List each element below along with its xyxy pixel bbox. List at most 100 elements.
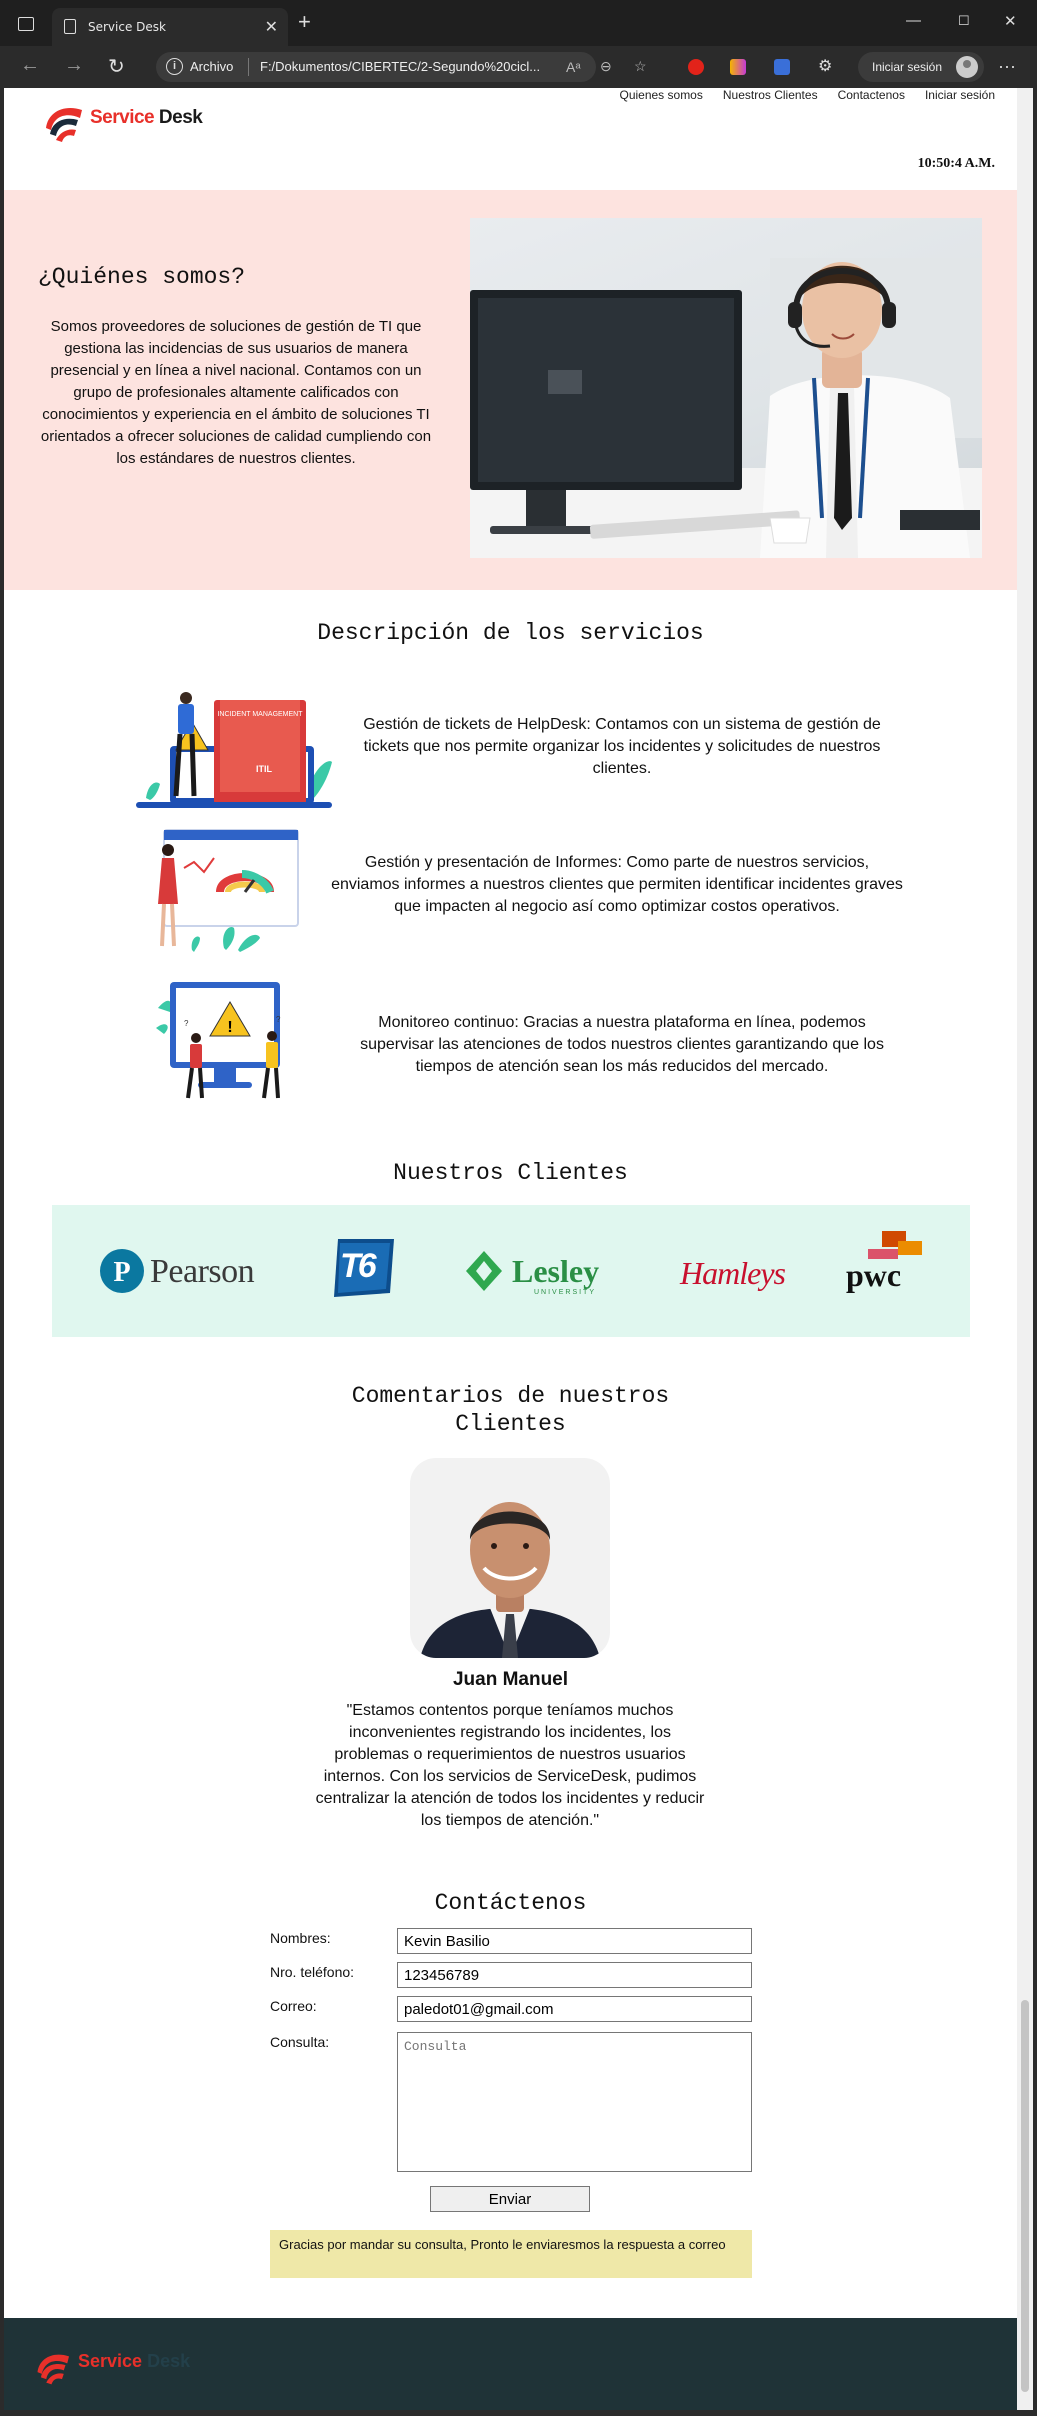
signin-label: Iniciar sesión (872, 60, 943, 74)
url-text: F:/Dokumentos/CIBERTEC/2-Segundo%20cicl.… (260, 59, 541, 74)
page-icon (64, 19, 76, 34)
logo-text-dark: Desk (154, 107, 203, 128)
nav-nuestros-clientes[interactable]: Nuestros Clientes (723, 88, 818, 102)
zoom-icon[interactable]: ⊖ (600, 58, 612, 75)
back-icon[interactable]: ← (20, 54, 40, 77)
lesley-logo: Lesley UNIVERSITY (464, 1233, 614, 1309)
nav-contactenos[interactable]: Contactenos (838, 88, 905, 102)
extension-color-icon[interactable] (730, 59, 746, 75)
hamleys-logo-text: Hamleys (680, 1255, 786, 1291)
extension-red-icon[interactable] (688, 59, 704, 75)
incident-management-label: INCIDENT MANAGEMENT (217, 711, 303, 718)
nav-quienes-somos[interactable]: Quienes somos (619, 88, 702, 102)
name-field[interactable] (397, 1928, 752, 1954)
hamleys-logo: Hamleys (676, 1233, 786, 1309)
comments-title-line1: Comentarios de nuestros (351, 1383, 670, 1409)
footer-logo-icon (37, 2354, 69, 2385)
support-agent-photo (470, 218, 982, 558)
address-bar: ← → ↻ i Archivo F:/Dokumentos/CIBERTEC/2… (0, 46, 1037, 88)
about-text: Somos proveedores de soluciones de gesti… (40, 318, 432, 467)
service-reports-text: Gestión y presentación de Informes: Como… (331, 854, 903, 915)
phone-field[interactable] (397, 1962, 752, 1988)
browser-chrome: Service Desk ✕ + — ☐ ✕ ← → ↻ i Archivo F… (0, 0, 1037, 88)
query-label: Consulta: (270, 2034, 330, 2050)
footer: Service Desk (4, 2318, 1017, 2410)
clock: 10:50:4 A.M. (917, 156, 995, 171)
tab-bar: Service Desk ✕ + — ☐ ✕ (0, 0, 1037, 46)
more-icon[interactable]: ··· (998, 56, 1016, 77)
forward-icon[interactable]: → (64, 54, 84, 77)
info-icon[interactable]: i (166, 58, 183, 75)
vertical-scrollbar[interactable] (1017, 88, 1033, 2410)
window-border-right (1033, 88, 1037, 2416)
query-textarea[interactable] (397, 2032, 752, 2172)
read-aloud-icon[interactable]: Aᵃ (566, 59, 581, 75)
main-nav: Quienes somos Nuestros Clientes Contacte… (619, 88, 995, 102)
lesley-logo-text: Lesley (512, 1253, 600, 1289)
comments-title-line2: Clientes (455, 1411, 566, 1437)
service-tickets-text: Gestión de tickets de HelpDesk: Contamos… (363, 716, 881, 777)
svg-text:P: P (113, 1257, 130, 1288)
email-label: Correo: (270, 1998, 317, 2014)
phone-label: Nro. teléfono: (270, 1964, 355, 1980)
logo-text: Service Desk (90, 107, 203, 129)
maximize-icon[interactable]: ☐ (958, 13, 970, 29)
tab-actions-icon[interactable] (18, 17, 34, 31)
logo-icon (46, 108, 82, 142)
contact-title: Contáctenos (434, 1890, 587, 1916)
site-logo[interactable]: Service Desk (40, 94, 220, 146)
email-field[interactable] (397, 1996, 752, 2022)
pearson-logo: P Pearson (98, 1233, 268, 1309)
lesley-university-text: UNIVERSITY (534, 1289, 597, 1296)
thanks-notice: Gracias por mandar su consulta, Pronto l… (270, 2230, 752, 2278)
footer-logo-text: Service Desk (78, 2351, 190, 2372)
reload-icon[interactable]: ↻ (108, 54, 125, 79)
scrollbar-thumb[interactable] (1021, 2000, 1029, 2392)
send-button[interactable]: Enviar (430, 2186, 590, 2212)
footer-logo[interactable]: Service Desk (34, 2342, 234, 2386)
services-title: Descripción de los servicios (317, 620, 704, 646)
tab-title: Service Desk (88, 20, 166, 34)
page-viewport: Service Desk Quienes somos Nuestros Clie… (4, 88, 1017, 2410)
t6-logo-text: T6 (340, 1247, 377, 1285)
clients-logos-strip: P Pearson T6 Lesley UNIVERSITY Hamleys p… (52, 1205, 970, 1337)
svg-text:!: ! (227, 1019, 232, 1036)
avatar-icon (956, 56, 978, 78)
url-scheme-label: Archivo (190, 59, 234, 74)
nav-iniciar-sesion[interactable]: Iniciar sesión (925, 88, 995, 102)
comments-title: Comentarios de nuestros Clientes (4, 1382, 1017, 1438)
client-photo (410, 1458, 610, 1658)
about-title: ¿Quiénes somos? (38, 264, 246, 290)
about-section: ¿Quiénes somos? Somos proveedores de sol… (4, 190, 1017, 590)
incident-management-illustration: INCIDENT MANAGEMENT ITIL ! (136, 688, 332, 814)
minimize-icon[interactable]: — (906, 12, 921, 29)
t6-logo: T6 (330, 1233, 398, 1309)
client-testimonial: "Estamos contentos porque teníamos mucho… (315, 1702, 705, 1829)
close-window-icon[interactable]: ✕ (1004, 12, 1017, 30)
url-field[interactable]: i Archivo F:/Dokumentos/CIBERTEC/2-Segun… (156, 52, 596, 82)
window-border-bottom (0, 2410, 1037, 2416)
pwc-logo-text: pwc (846, 1257, 902, 1293)
browser-tab[interactable]: Service Desk ✕ (52, 8, 288, 46)
client-name: Juan Manuel (452, 1669, 569, 1690)
monitoring-illustration: ! ? ? (154, 978, 304, 1108)
pwc-logo: pwc (842, 1231, 932, 1307)
signin-button[interactable]: Iniciar sesión (858, 52, 984, 82)
url-separator (248, 58, 249, 76)
itil-label: ITIL (256, 764, 272, 774)
footer-logo-text-dark: Desk (142, 2351, 191, 2371)
translate-icon[interactable] (774, 59, 790, 75)
reports-illustration (154, 828, 302, 956)
name-label: Nombres: (270, 1930, 331, 1946)
pearson-logo-text: Pearson (150, 1253, 255, 1290)
extensions-icon[interactable]: ⚙ (818, 56, 832, 76)
svg-text:?: ? (276, 1015, 281, 1024)
close-tab-icon[interactable]: ✕ (265, 17, 278, 37)
logo-text-red: Service (90, 107, 155, 128)
service-monitoring-text: Monitoreo continuo: Gracias a nuestra pl… (360, 1014, 884, 1075)
new-tab-icon[interactable]: + (298, 11, 311, 33)
clients-title: Nuestros Clientes (393, 1160, 628, 1186)
footer-logo-text-red: Service (78, 2351, 143, 2371)
favorite-icon[interactable]: ☆ (634, 58, 647, 75)
svg-text:?: ? (184, 1019, 189, 1028)
